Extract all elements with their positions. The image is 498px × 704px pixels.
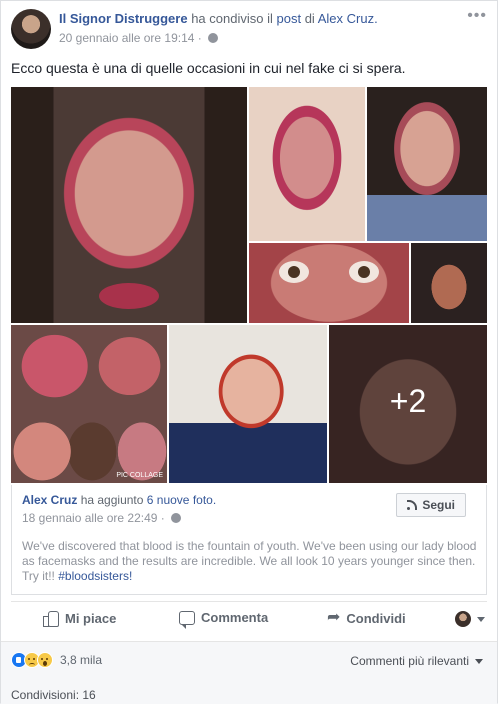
action-bar: Mi piace Commenta ➦ Condividi: [11, 601, 487, 635]
action-text: ha condiviso il: [191, 11, 273, 26]
photo-detail: [349, 261, 379, 283]
post-header-line: Il Signor Distruggere ha condiviso il po…: [59, 11, 378, 26]
shared-timestamp[interactable]: 18 gennaio alle ore 22:49 ·: [22, 511, 165, 525]
photo-1[interactable]: [11, 87, 247, 323]
author-name-link[interactable]: Il Signor Distruggere: [59, 11, 188, 26]
post-footer: 3,8 mila Commenti più rilevanti Condivis…: [1, 641, 497, 704]
post-timestamp[interactable]: 20 gennaio alle ore 19:14 ·: [59, 31, 202, 45]
post-card: Il Signor Distruggere ha condiviso il po…: [0, 0, 498, 704]
reaction-count: 3,8 mila: [60, 653, 103, 667]
shared-post: Alex Cruz ha aggiunto 6 nuove foto. 18 g…: [11, 485, 487, 595]
globe-icon[interactable]: [171, 513, 182, 523]
collage-watermark: PIC COLLAGE: [116, 472, 163, 479]
shared-meta: 18 gennaio alle ore 22:49 ·: [22, 511, 182, 525]
shared-photos-link[interactable]: 6 nuove foto.: [147, 493, 216, 507]
reactions-summary[interactable]: 3,8 mila: [11, 652, 102, 668]
more-options-icon[interactable]: •••: [467, 7, 487, 25]
shared-action-text: ha aggiunto: [80, 493, 144, 507]
original-author-link[interactable]: Alex Cruz.: [318, 11, 378, 26]
photo-detail: [99, 283, 159, 309]
post-link[interactable]: post: [276, 11, 301, 26]
photo-2[interactable]: [249, 87, 365, 241]
post-caption: Ecco questa è una di quelle occasioni in…: [11, 60, 406, 76]
preposition-text: di: [304, 11, 315, 26]
comment-sort-label: Commenti più rilevanti: [350, 654, 469, 668]
shares-count[interactable]: Condivisioni: 16: [11, 688, 96, 702]
photo-6-collage[interactable]: PIC COLLAGE: [11, 325, 167, 483]
hashtag-link[interactable]: #bloodsisters!: [58, 569, 132, 583]
photo-5[interactable]: [411, 243, 487, 323]
shared-header-line: Alex Cruz ha aggiunto 6 nuove foto.: [22, 493, 216, 507]
share-arrow-icon: ➦: [327, 609, 341, 626]
photo-3[interactable]: [367, 87, 487, 241]
shared-text: We've discovered that blood is the fount…: [22, 539, 480, 584]
wow-icon: [37, 652, 53, 668]
photo-8-more[interactable]: +2: [329, 325, 487, 483]
comment-sort-dropdown[interactable]: Commenti più rilevanti: [350, 654, 483, 668]
shared-author-link[interactable]: Alex Cruz: [22, 493, 77, 507]
photo-4[interactable]: [249, 243, 409, 323]
rss-icon: [407, 500, 418, 510]
like-label: Mi piace: [65, 610, 117, 626]
chevron-down-icon[interactable]: [477, 617, 485, 622]
more-photos-count: +2: [389, 383, 427, 419]
post-header: Il Signor Distruggere ha condiviso il po…: [11, 7, 487, 49]
photo-7[interactable]: [169, 325, 327, 483]
globe-icon[interactable]: [208, 33, 219, 43]
author-avatar[interactable]: [11, 9, 51, 49]
comment-icon: [179, 610, 195, 629]
photo-detail: [279, 261, 309, 283]
thumbs-up-icon: [43, 610, 59, 627]
reaction-profile-avatar[interactable]: [455, 611, 471, 627]
comment-label: Commenta: [201, 610, 269, 625]
chevron-down-icon: [475, 658, 483, 664]
share-button[interactable]: ➦ Condividi: [327, 610, 406, 626]
follow-button[interactable]: Segui: [396, 493, 466, 517]
comment-button[interactable]: Commenta: [179, 610, 269, 629]
share-label: Condividi: [346, 610, 406, 626]
follow-label: Segui: [422, 498, 455, 512]
like-button[interactable]: Mi piace: [43, 610, 117, 627]
post-meta: 20 gennaio alle ore 19:14 ·: [59, 31, 219, 45]
